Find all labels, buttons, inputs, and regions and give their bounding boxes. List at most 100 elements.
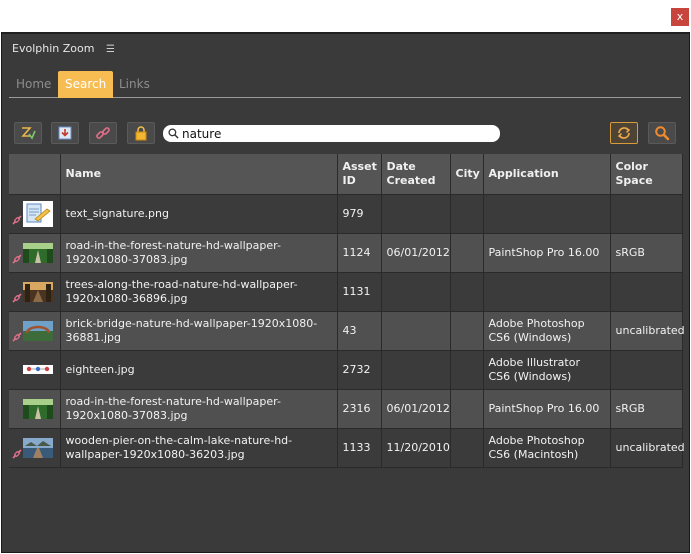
search-input[interactable] bbox=[182, 126, 482, 141]
cell-name: road-in-the-forest-nature-hd-wallpaper-1… bbox=[60, 389, 338, 429]
thumbnail-image bbox=[23, 318, 53, 344]
thumbnail-image bbox=[23, 200, 53, 227]
refresh-button[interactable] bbox=[610, 122, 638, 144]
cell-application: Adobe Illustrator CS6 (Windows) bbox=[483, 350, 611, 390]
results-grid: Name Asset ID Date Created City Applicat… bbox=[9, 154, 685, 468]
thumbnail bbox=[9, 429, 59, 467]
cell-application: Adobe Photoshop CS6 (Windows) bbox=[483, 311, 611, 351]
cell-city bbox=[450, 194, 484, 234]
panel-title: Evolphin Zoom bbox=[12, 42, 95, 55]
cell-asset-id: 979 bbox=[337, 194, 382, 234]
thumbnail bbox=[9, 351, 59, 389]
lock-button[interactable] bbox=[127, 122, 155, 144]
cell-city bbox=[450, 272, 484, 312]
link-icon bbox=[12, 292, 22, 306]
hamburger-icon[interactable]: ☰ bbox=[106, 44, 115, 55]
column-header-application[interactable]: Application bbox=[483, 154, 611, 195]
tab-search[interactable]: Search bbox=[58, 71, 114, 98]
thumbnail bbox=[9, 234, 59, 272]
thumbnail bbox=[9, 195, 59, 233]
table-row[interactable]: wooden-pier-on-the-calm-lake-nature-hd-w… bbox=[9, 428, 685, 468]
table-row[interactable]: eighteen.jpg 2732 Adobe Illustrator CS6 (W… bbox=[9, 350, 683, 390]
refresh-icon bbox=[617, 127, 631, 139]
cell-name: brick-bridge-nature-hd-wallpaper-1920x10… bbox=[60, 311, 338, 351]
table-row[interactable]: road-in-the-forest-nature-hd-wallpaper-1… bbox=[9, 389, 683, 429]
link-icon bbox=[12, 214, 22, 228]
column-header-color-space[interactable]: Color Space bbox=[610, 154, 683, 195]
window-titlebar: x bbox=[0, 0, 691, 32]
cell-city bbox=[450, 428, 484, 468]
column-header-city[interactable]: City bbox=[450, 154, 484, 195]
cell-asset-id: 1133 bbox=[337, 428, 382, 468]
thumbnail-image bbox=[23, 396, 53, 422]
cell-date-created bbox=[381, 350, 451, 390]
cell-color-space bbox=[610, 272, 683, 312]
cell-date-created bbox=[381, 194, 451, 234]
thumbnail-cell[interactable] bbox=[9, 194, 61, 234]
search-icon bbox=[655, 126, 670, 141]
checkin-button[interactable] bbox=[14, 122, 42, 144]
cell-asset-id: 2732 bbox=[337, 350, 382, 390]
zoom-panel: Evolphin Zoom ☰ Home Search Links nature… bbox=[1, 32, 690, 553]
thumbnail-image bbox=[23, 435, 53, 461]
import-button[interactable] bbox=[51, 122, 79, 144]
thumbnail-image bbox=[23, 279, 53, 305]
thumbnail-cell[interactable] bbox=[9, 428, 61, 468]
cell-asset-id: 43 bbox=[337, 311, 382, 351]
column-header-name[interactable]: Name bbox=[60, 154, 338, 195]
link-icon bbox=[12, 448, 22, 462]
cell-date-created bbox=[381, 311, 451, 351]
column-header-asset-id[interactable]: Asset ID bbox=[337, 154, 382, 195]
cell-color-space: sRGB bbox=[610, 233, 683, 273]
cell-application: Adobe Photoshop CS6 (Macintosh) bbox=[483, 428, 611, 468]
cell-color-space bbox=[610, 350, 683, 390]
thumbnail bbox=[9, 390, 59, 428]
cell-asset-id: 1124 bbox=[337, 233, 382, 273]
cell-name: text_signature.png bbox=[60, 194, 338, 234]
thumbnail-image bbox=[23, 240, 53, 266]
cell-name: trees-along-the-road-nature-hd-wallpaper… bbox=[60, 272, 338, 312]
thumbnail-cell[interactable] bbox=[9, 389, 61, 429]
thumbnail-cell[interactable] bbox=[9, 311, 61, 351]
table-row[interactable]: trees-along-the-road-nature-hd-wallpaper… bbox=[9, 272, 683, 312]
cell-date-created: 06/01/2012 bbox=[381, 233, 451, 273]
thumbnail bbox=[9, 273, 59, 311]
thumbnail-image bbox=[23, 357, 53, 383]
cell-name: eighteen.jpg bbox=[60, 350, 338, 390]
link-icon bbox=[12, 331, 22, 345]
cell-date-created: 11/20/2010 bbox=[381, 428, 451, 468]
link-icon bbox=[12, 253, 22, 267]
tab-bar: Home Search Links bbox=[9, 71, 681, 98]
thumbnail-cell[interactable] bbox=[9, 272, 61, 312]
link-icon bbox=[96, 127, 110, 139]
column-header-date-created[interactable]: Date Created bbox=[381, 154, 451, 195]
thumbnail-cell[interactable] bbox=[9, 233, 61, 273]
cell-application bbox=[483, 194, 611, 234]
column-header-thumbnail[interactable] bbox=[9, 154, 61, 195]
table-header-row: Name Asset ID Date Created City Applicat… bbox=[9, 154, 683, 195]
toolbar bbox=[14, 122, 678, 146]
cell-city bbox=[450, 233, 484, 273]
import-icon bbox=[58, 126, 72, 140]
tab-links[interactable]: Links bbox=[112, 71, 157, 98]
table-row[interactable]: text_signature.png 979 bbox=[9, 194, 683, 234]
table-row[interactable]: brick-bridge-nature-hd-wallpaper-1920x10… bbox=[9, 311, 685, 351]
checkin-icon bbox=[21, 127, 36, 140]
thumbnail-cell[interactable] bbox=[9, 350, 61, 390]
search-field[interactable] bbox=[163, 125, 500, 142]
lock-icon bbox=[135, 126, 147, 141]
cell-application bbox=[483, 272, 611, 312]
cell-color-space bbox=[610, 194, 683, 234]
search-go-button[interactable] bbox=[648, 122, 676, 144]
tab-home[interactable]: Home bbox=[9, 71, 58, 98]
results-table: Name Asset ID Date Created City Applicat… bbox=[9, 154, 685, 468]
table-row[interactable]: road-in-the-forest-nature-hd-wallpaper-1… bbox=[9, 233, 683, 273]
link-button[interactable] bbox=[89, 122, 117, 144]
cell-application: PaintShop Pro 16.00 bbox=[483, 233, 611, 273]
cell-city bbox=[450, 311, 484, 351]
close-button[interactable]: x bbox=[671, 8, 689, 26]
cell-color-space: uncalibrated bbox=[610, 428, 685, 468]
cell-color-space: sRGB bbox=[610, 389, 683, 429]
cell-city bbox=[450, 350, 484, 390]
cell-city bbox=[450, 389, 484, 429]
